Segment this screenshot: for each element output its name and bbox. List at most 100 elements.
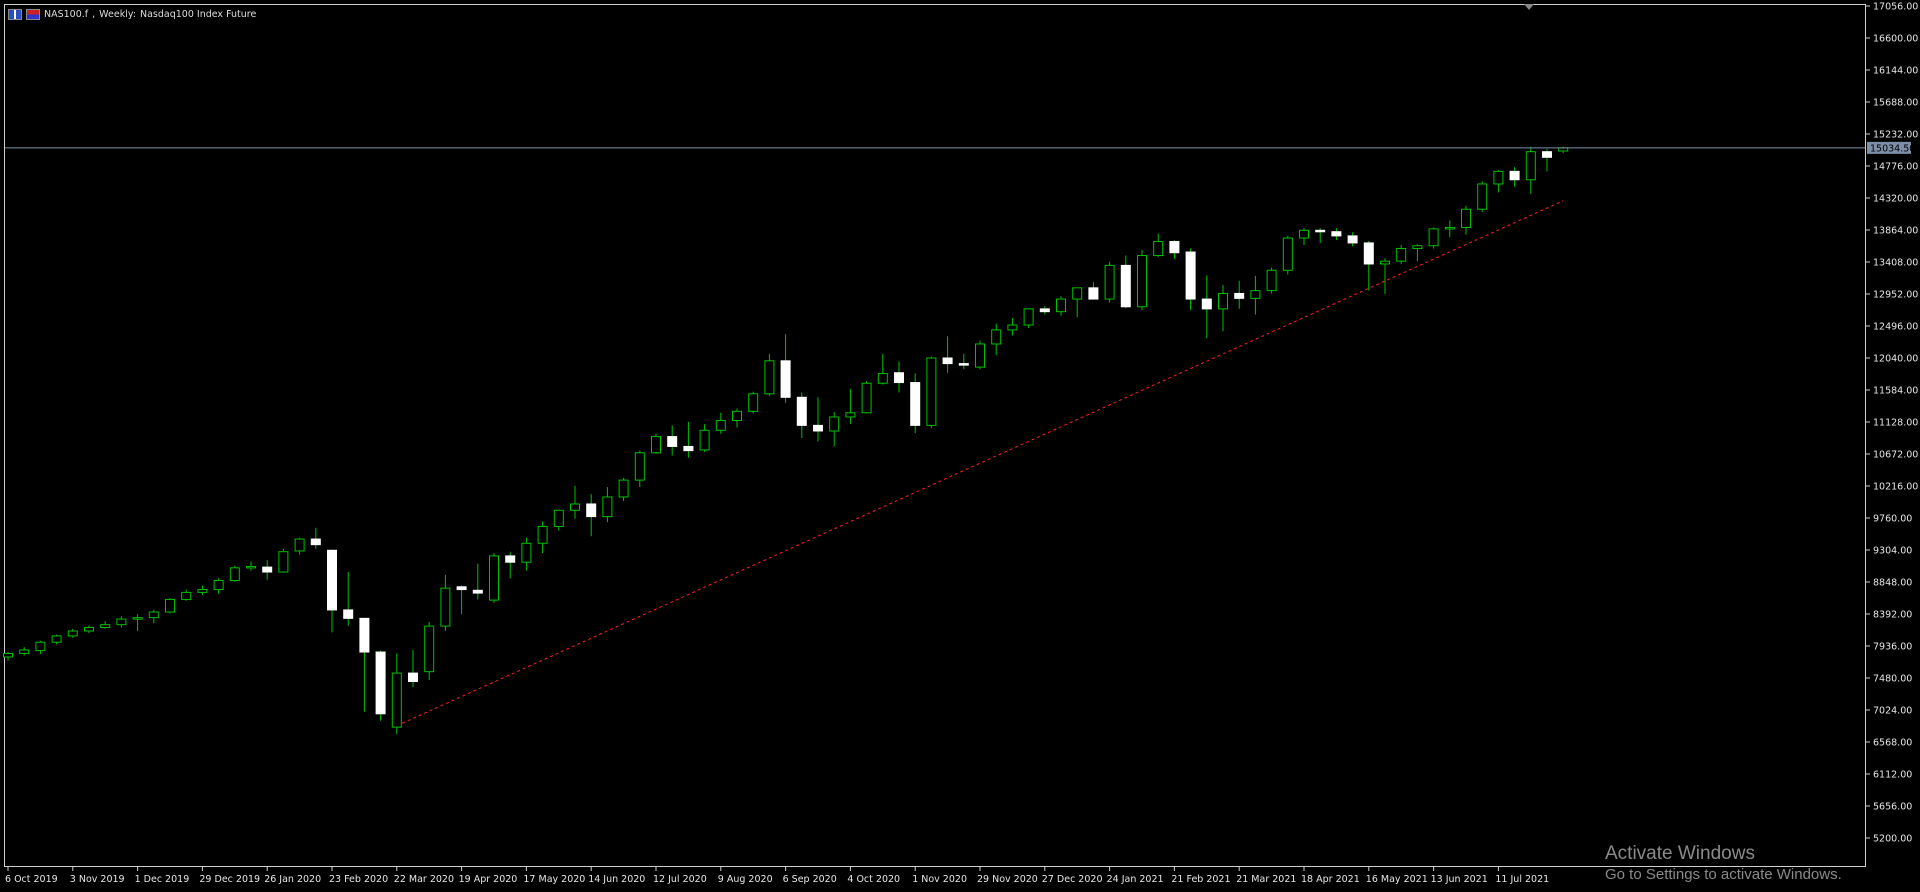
candle-body-bull: [132, 617, 143, 620]
candle: [472, 563, 483, 600]
candle-body-bull: [213, 579, 224, 591]
candle: [1234, 280, 1245, 309]
price-tick-label: 15232.00: [1873, 130, 1918, 141]
candle: [942, 336, 953, 373]
candle-body-bull: [553, 509, 564, 527]
candle: [845, 388, 856, 424]
candle: [1299, 228, 1309, 246]
candle-body-bull: [1412, 245, 1423, 250]
candle-body-bull: [926, 357, 937, 426]
time-tick-label: 29 Dec 2019: [199, 874, 260, 885]
time-tick-label: 9 Aug 2020: [718, 874, 773, 885]
price-tick-label: 7936.00: [1873, 642, 1912, 653]
trendline-layer: [396, 200, 1564, 727]
candle: [132, 614, 143, 631]
candle: [343, 572, 354, 627]
candle: [1137, 249, 1147, 311]
price-tick-label: 6112.00: [1873, 770, 1912, 781]
candle: [100, 621, 111, 629]
candle-body-bull: [116, 618, 127, 626]
price-tick-label: 5200.00: [1873, 834, 1912, 845]
candle: [975, 340, 985, 370]
candle-body-bull: [651, 436, 661, 454]
candle-body-bull: [1444, 226, 1455, 230]
candle: [991, 323, 1002, 356]
chart-frame: [4, 4, 1866, 867]
candle: [1525, 146, 1536, 194]
time-tick-label: 3 Nov 2019: [70, 874, 125, 885]
price-tick-label: 13864.00: [1873, 226, 1918, 237]
candle-body-bear: [505, 555, 516, 563]
candle-body-bull: [1266, 269, 1277, 292]
candle-body-bull: [84, 626, 94, 632]
candle: [1363, 240, 1374, 291]
candle-body-bull: [1396, 248, 1407, 262]
time-tick-label: 21 Feb 2021: [1171, 874, 1230, 885]
time-tick-label: 27 Dec 2020: [1042, 874, 1103, 885]
candle-body-bull: [294, 538, 305, 552]
candle-body-bull: [246, 565, 256, 569]
candle-body-bear: [375, 651, 386, 715]
candle: [1444, 220, 1455, 238]
time-tick-label: 4 Oct 2020: [847, 874, 900, 885]
candle-body-bull: [229, 567, 240, 581]
watermark-line-2: Go to Settings to activate Windows.: [1605, 866, 1842, 883]
support-trendline[interactable]: [396, 200, 1564, 727]
candle: [1477, 181, 1488, 213]
price-tick-label: 15688.00: [1873, 98, 1918, 109]
time-tick-label: 19 Apr 2020: [459, 874, 518, 885]
candles-layer: [3, 146, 1569, 735]
time-tick-label: 12 Jul 2020: [653, 874, 707, 885]
candle-body-bull: [764, 360, 775, 395]
candle-body-bull: [181, 591, 192, 600]
candle: [877, 353, 888, 385]
candle-body-bull: [67, 630, 78, 637]
time-axis[interactable]: 6 Oct 2019 3 Nov 2019 1 Dec 2019 29 Dec 201…: [5, 866, 1549, 885]
price-tick-label: 11128.00: [1873, 418, 1918, 429]
price-tick-label: 8848.00: [1873, 578, 1912, 589]
candle-body-bull: [1428, 228, 1439, 247]
candle-body-bear: [1234, 292, 1245, 299]
price-tick-label: 16600.00: [1873, 34, 1918, 45]
candle-body-bull: [1493, 170, 1504, 185]
candle: [780, 334, 791, 403]
candle: [391, 653, 402, 735]
candle-body-bear: [1201, 298, 1212, 310]
candle-body-bull: [1056, 298, 1066, 313]
candle-body-bull: [991, 329, 1002, 345]
candle-body-bear: [910, 382, 921, 426]
candle-body-bull: [424, 625, 435, 673]
candle-body-bear: [327, 549, 337, 611]
candle-body-bull: [440, 587, 451, 627]
time-tick-label: 29 Nov 2020: [977, 874, 1038, 885]
candle-body-bear: [813, 424, 823, 432]
candle-body-bear: [796, 396, 807, 426]
chart-shift-marker-icon[interactable]: [1524, 4, 1534, 10]
candle-body-bull: [1525, 151, 1536, 181]
price-axis[interactable]: 17056.00 16600.00 16144.00 15688.00 15232.00…: [1865, 2, 1918, 845]
price-tick-label: 17056.00: [1873, 2, 1918, 13]
price-tick-label: 14776.00: [1873, 162, 1918, 173]
candle: [1023, 308, 1034, 328]
chart-window-icon[interactable]: [8, 8, 22, 20]
time-tick-label: 17 May 2020: [523, 874, 585, 885]
candle-body-bull: [1023, 308, 1034, 326]
candle-body-bull: [975, 343, 985, 368]
candle-body-bear: [1169, 241, 1180, 254]
candle: [294, 537, 305, 555]
time-tick-label: 26 Jan 2020: [264, 874, 321, 885]
candle-body-bull: [1218, 292, 1228, 310]
candle: [1072, 287, 1083, 318]
candle-body-bear: [1509, 170, 1520, 181]
candle: [1347, 232, 1358, 247]
candle-body-bear: [1542, 151, 1552, 158]
price-chart[interactable]: 15034.50 17056.00 16600.00 16144.00 15688.0…: [0, 0, 1920, 892]
candle-body-bull: [861, 382, 872, 414]
time-tick-label: 13 Jun 2021: [1431, 874, 1488, 885]
candle: [1088, 282, 1099, 300]
candle-body-bull: [634, 452, 645, 481]
candle-body-bull: [1477, 183, 1488, 210]
candle: [262, 560, 273, 580]
candle-body-bull: [602, 496, 613, 518]
candle-body-bear: [472, 589, 483, 594]
